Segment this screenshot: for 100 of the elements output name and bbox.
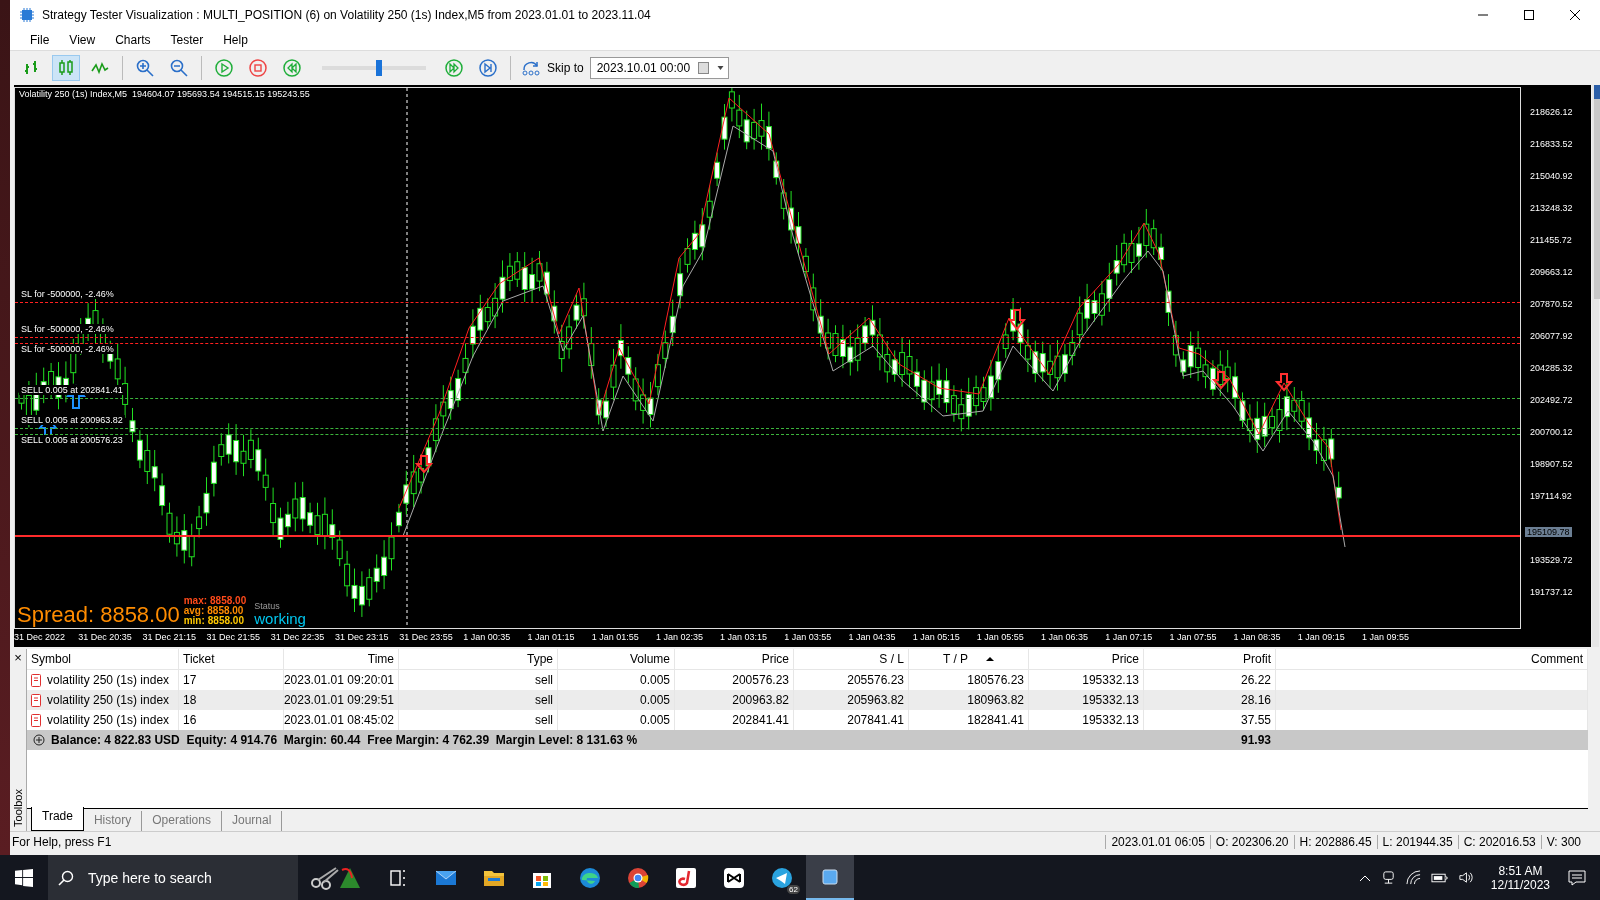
zoom-in-icon [135,58,155,78]
axis-tick-label: 1 Jan 00:35 [463,632,512,642]
app-icon [20,8,34,22]
column-header[interactable]: Time [284,649,399,669]
axis-tick-label: 191737.12 [1529,587,1573,597]
menu-item[interactable]: File [20,33,60,47]
table-cell: sell [535,693,553,707]
maximize-icon[interactable] [1524,10,1534,20]
scrollbar[interactable] [1592,85,1599,647]
status-field: H: 202886.45 [1293,835,1377,849]
browser-icon [578,865,602,890]
table-cell: sell [535,673,553,687]
panel-tab[interactable]: Trade [31,807,84,831]
table-cell: volatility 250 (1s) index [47,713,170,727]
skip-to-button[interactable]: Skip to [517,60,588,76]
date-field[interactable]: 2023.10.01 00:00 [589,57,730,79]
table-cell: 0.005 [639,713,670,727]
menu-item[interactable]: Help [213,33,258,47]
table-cell: 37.55 [1240,713,1271,727]
candlestick-icon [56,58,76,78]
axis-tick-label: 216833.52 [1529,139,1573,149]
column-header[interactable]: Type [399,649,558,669]
table-cell: 0.005 [639,673,670,687]
calendar-icon[interactable] [698,62,710,74]
close-button[interactable]: × [14,651,22,664]
notification-icon[interactable] [1568,869,1586,886]
table-cell: volatility 250 (1s) index [47,673,170,687]
menu-item[interactable]: Tester [160,33,214,47]
axis-tick-label: 31 Dec 23:15 [334,632,390,642]
table-cell: 180963.82 [967,693,1024,707]
windows-start-icon[interactable] [15,868,33,887]
menu-item[interactable]: Charts [105,33,161,47]
close-icon[interactable] [1570,10,1580,20]
wifi-icon[interactable] [1405,870,1421,885]
menu-item[interactable]: View [59,33,106,47]
zoom-out-icon [169,58,189,78]
search-field[interactable]: Type here to search [48,855,298,900]
stat-label: avg: [183,606,205,616]
telegram-app-button[interactable]: 62 [758,855,806,900]
camera-icon[interactable] [1380,870,1396,885]
terminal-app-button[interactable] [806,855,854,900]
column-header[interactable]: Profit [1144,649,1276,669]
panel-tab[interactable]: Journal [221,811,283,831]
axis-tick-label: 1 Jan 03:15 [720,632,769,642]
down-arrow-icon [1211,371,1231,390]
stat-label: max: [183,596,208,606]
stat-value: 8858.00 [207,616,244,626]
caret-icon[interactable] [717,66,725,70]
account-summary: Balance: 4 822.83 USD Equity: 4 914.76 Margin: 60.44 Free Margin: 4 762.39 Margin Level: 8 131.63 % [51,733,638,747]
table-cell: 2023.01.01 08:45:02 [283,713,394,727]
column-header[interactable]: Volume [558,649,675,669]
speaker-icon[interactable] [1457,870,1473,885]
axis-tick-label: 31 Dec 2022 [14,632,67,642]
candles-button[interactable] [52,55,80,81]
browser-icon [626,865,650,890]
status-label: Status [254,601,281,611]
axis-tick-label: 1 Jan 08:35 [1233,632,1282,642]
column-header[interactable]: T / P [909,649,1029,669]
axis-tick-label: 211455.72 [1529,235,1572,245]
slider-thumb[interactable] [376,60,383,76]
axis-tick-label: 1 Jan 05:15 [912,632,961,642]
column-header[interactable]: Symbol [27,649,179,669]
price-label: 195109.78 [1525,527,1572,537]
table-cell: sell [535,713,553,727]
panel-tab[interactable]: History [83,811,143,831]
search-icon [58,869,74,886]
axis-tick-label: 1 Jan 01:15 [527,632,576,642]
axis-tick-label: 204285.32 [1529,363,1573,373]
panel-title: Toolbox [12,789,24,827]
axis-tick-label: 206077.92 [1529,331,1573,341]
axis-tick-label: 31 Dec 22:35 [270,632,326,642]
help-text: For Help, press F1 [11,835,113,849]
rewind-icon [282,58,302,78]
bowtie-icon [722,865,746,890]
status-field: V: 300 [1540,835,1586,849]
column-header[interactable]: Price [1029,649,1144,669]
down-arrow-icon [414,455,434,474]
table-cell: 205963.82 [847,693,904,707]
clock-time[interactable]: 8:51 AM [1498,863,1543,878]
axis-tick-label: 197114.92 [1529,491,1572,501]
column-header[interactable]: S / L [794,649,909,669]
table-cell: 28.16 [1240,693,1271,707]
document-icon [31,713,41,727]
axis-tick-label: 213248.32 [1529,203,1573,213]
scroll-thumb[interactable] [1594,85,1600,299]
column-header[interactable]: Ticket [179,649,284,669]
table-cell: volatility 250 (1s) index [47,693,170,707]
axis-tick-label: 1 Jan 05:55 [976,632,1025,642]
note-icon [674,865,698,890]
table-cell: 26.22 [1240,673,1271,687]
level-label: SELL 0.005 at 200576.23 [19,435,125,445]
plus-circle-icon[interactable] [33,734,45,746]
axis-tick-label: 202492.72 [1529,395,1573,405]
chevron-up-icon[interactable] [1358,873,1371,882]
clock-date[interactable]: 12/11/2023 [1490,877,1550,892]
battery-icon[interactable] [1430,871,1448,884]
column-header[interactable]: Comment [1276,649,1588,669]
column-header[interactable]: Price [675,649,794,669]
axis-tick-label: 1 Jan 09:55 [1361,632,1410,642]
panel-tab[interactable]: Operations [142,811,222,831]
